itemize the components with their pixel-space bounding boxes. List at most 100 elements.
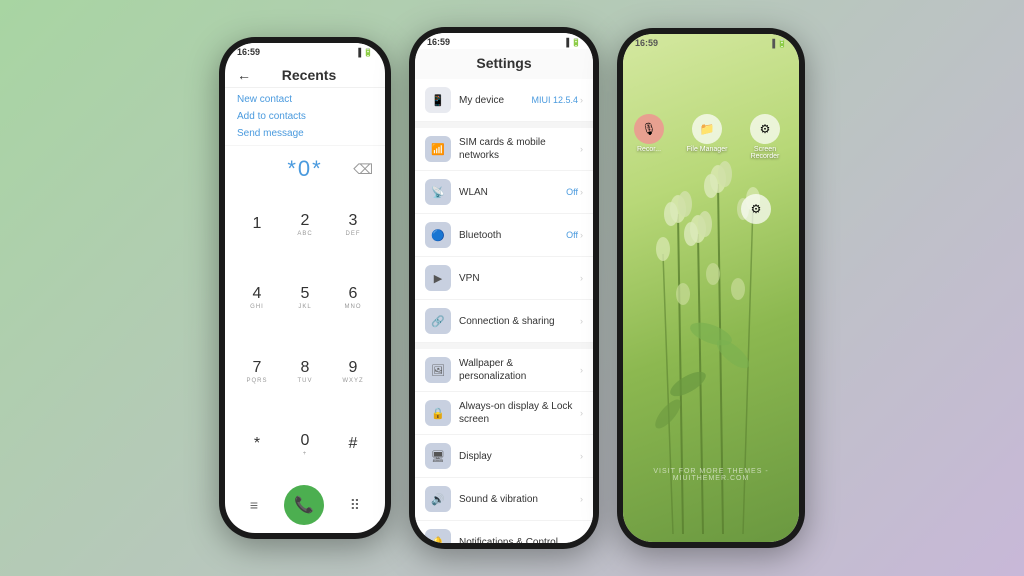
sound-right: › — [580, 494, 583, 504]
sound-title: Sound & vibration — [459, 493, 580, 506]
settings-item-sound[interactable]: 🔊 Sound & vibration › — [415, 478, 593, 521]
connection-content: Connection & sharing — [459, 315, 580, 328]
dialer-delete-icon[interactable]: ⌫ — [353, 161, 373, 178]
notifications-content: Notifications & Control — [459, 536, 580, 544]
phone1-signal-icon: ▐ — [355, 48, 361, 57]
vpn-title: VPN — [459, 272, 580, 285]
wlan-arrow-icon: › — [580, 187, 583, 197]
phone-2: 16:59 ▐ 🔋 Settings 📱 My device — [409, 27, 599, 549]
settings-item-connection[interactable]: 🔗 Connection & sharing › — [415, 300, 593, 343]
recorder-icon: 🎙 — [634, 114, 664, 144]
settings-item-display[interactable]: 🖥 Display › — [415, 435, 593, 478]
settings-item-wlan[interactable]: 📡 WLAN Off › — [415, 171, 593, 214]
my-device-right: MIUI 12.5.4 › — [531, 95, 583, 105]
phone-1-screen: 16:59 ▐ 🔋 ← Recents New contact Add to c… — [225, 43, 385, 533]
send-message-link[interactable]: Send message — [237, 128, 373, 139]
home-icon-recorder[interactable]: 🎙 Recor... — [623, 114, 675, 160]
wallpaper-arrow-icon: › — [580, 365, 583, 375]
add-to-contacts-link[interactable]: Add to contacts — [237, 111, 373, 122]
dialer-key-1[interactable]: 1 — [233, 188, 281, 261]
sound-arrow-icon: › — [580, 494, 583, 504]
always-on-title: Always-on display & Lock screen — [459, 400, 580, 426]
dialer-key-4[interactable]: 4GHI — [233, 261, 281, 334]
bluetooth-title: Bluetooth — [459, 229, 566, 242]
dialer-key-8[interactable]: 8TUV — [281, 335, 329, 408]
settings-item-always-on[interactable]: 🔒 Always-on display & Lock screen › — [415, 392, 593, 435]
connection-title: Connection & sharing — [459, 315, 580, 328]
phone-2-screen: 16:59 ▐ 🔋 Settings 📱 My device — [415, 33, 593, 543]
notifications-right: › — [580, 537, 583, 543]
back-arrow-icon[interactable]: ← — [237, 67, 251, 83]
always-on-content: Always-on display & Lock screen — [459, 400, 580, 426]
vpn-right: › — [580, 273, 583, 283]
phone2-status-icons: ▐ 🔋 — [563, 38, 581, 47]
display-right: › — [580, 451, 583, 461]
home-icon-screen-recorder[interactable]: ⚙ Screen Recorder — [739, 114, 791, 160]
new-contact-link[interactable]: New contact — [237, 94, 373, 105]
sim-content: SIM cards & mobile networks — [459, 136, 580, 162]
home-status-bar: 16:59 ▐ 🔋 — [623, 34, 799, 50]
recents-actions: New contact Add to contacts Send message — [225, 88, 385, 146]
dialer-key-star[interactable]: * — [233, 408, 281, 481]
my-device-value: MIUI 12.5.4 — [531, 95, 578, 105]
settings-item-notifications[interactable]: 🔔 Notifications & Control › — [415, 521, 593, 543]
always-on-arrow-icon: › — [580, 408, 583, 418]
always-on-right: › — [580, 408, 583, 418]
sim-arrow-icon: › — [580, 144, 583, 154]
notifications-title: Notifications & Control — [459, 536, 580, 544]
wallpaper-title: Wallpaper & personalization — [459, 357, 580, 383]
wlan-content: WLAN — [459, 186, 566, 199]
home-icons-grid: 🎙 Recor... 📁 File Manager ⚙ Screen Recor… — [623, 114, 791, 160]
dialer-key-5[interactable]: 5JKL — [281, 261, 329, 334]
dialer-key-6[interactable]: 6MNO — [329, 261, 377, 334]
home-status: 16:59 ▐ 🔋 — [623, 34, 799, 50]
dialer-key-7[interactable]: 7PQRS — [233, 335, 281, 408]
bluetooth-value: Off — [566, 230, 578, 240]
recents-header: ← Recents — [225, 59, 385, 88]
dialer-keypad-icon[interactable]: ⠿ — [350, 497, 360, 514]
home-signal-icon: ▐ — [769, 39, 775, 48]
wallpaper-right: › — [580, 365, 583, 375]
recorder-label: Recor... — [637, 146, 661, 153]
settings-item-bluetooth[interactable]: 🔵 Bluetooth Off › — [415, 214, 593, 257]
dialer-key-hash[interactable]: # — [329, 408, 377, 481]
settings-home-icon: ⚙ — [741, 194, 771, 224]
recents-screen: 16:59 ▐ 🔋 ← Recents New contact Add to c… — [225, 43, 385, 533]
dialer-key-2[interactable]: 2ABC — [281, 188, 329, 261]
dialer-menu-icon[interactable]: ≡ — [250, 497, 258, 513]
bluetooth-content: Bluetooth — [459, 229, 566, 242]
home-icon-settings[interactable]: ⚙ — [741, 194, 771, 224]
phone1-status-bar: 16:59 ▐ 🔋 — [225, 43, 385, 59]
dialer-number: *0* — [287, 156, 322, 182]
vpn-content: VPN — [459, 272, 580, 285]
my-device-arrow-icon: › — [580, 95, 583, 105]
settings-item-my-device[interactable]: 📱 My device MIUI 12.5.4 › — [415, 79, 593, 122]
notifications-icon: 🔔 — [425, 529, 451, 543]
always-on-icon: 🔒 — [425, 400, 451, 426]
home-icon-row2: ⚙ — [741, 194, 771, 224]
my-device-icon: 📱 — [425, 87, 451, 113]
home-screen: 16:59 ▐ 🔋 🎙 Recor... 📁 F — [623, 34, 799, 542]
settings-item-vpn[interactable]: ▶ VPN › — [415, 257, 593, 300]
wallpaper-icon: 🖼 — [425, 357, 451, 383]
dialer-key-0[interactable]: 0+ — [281, 408, 329, 481]
dialer-key-3[interactable]: 3DEF — [329, 188, 377, 261]
wallpaper-content: Wallpaper & personalization — [459, 357, 580, 383]
phone1-time: 16:59 — [237, 47, 260, 57]
bluetooth-icon: 🔵 — [425, 222, 451, 248]
notifications-arrow-icon: › — [580, 537, 583, 543]
dialer-key-9[interactable]: 9WXYZ — [329, 335, 377, 408]
sim-icon: 📶 — [425, 136, 451, 162]
settings-item-wallpaper[interactable]: 🖼 Wallpaper & personalization › — [415, 349, 593, 392]
dialer-call-button[interactable]: 📞 — [284, 485, 324, 525]
wlan-right: Off › — [566, 187, 583, 197]
vpn-arrow-icon: › — [580, 273, 583, 283]
recents-title: Recents — [259, 67, 359, 83]
bluetooth-arrow-icon: › — [580, 230, 583, 240]
settings-item-sim[interactable]: 📶 SIM cards & mobile networks › — [415, 128, 593, 171]
settings-header: Settings — [415, 49, 593, 79]
home-icon-file-manager[interactable]: 📁 File Manager — [681, 114, 733, 160]
wlan-title: WLAN — [459, 186, 566, 199]
screen-recorder-label: Screen Recorder — [739, 146, 791, 160]
dialer-display: *0* ⌫ — [225, 146, 385, 188]
